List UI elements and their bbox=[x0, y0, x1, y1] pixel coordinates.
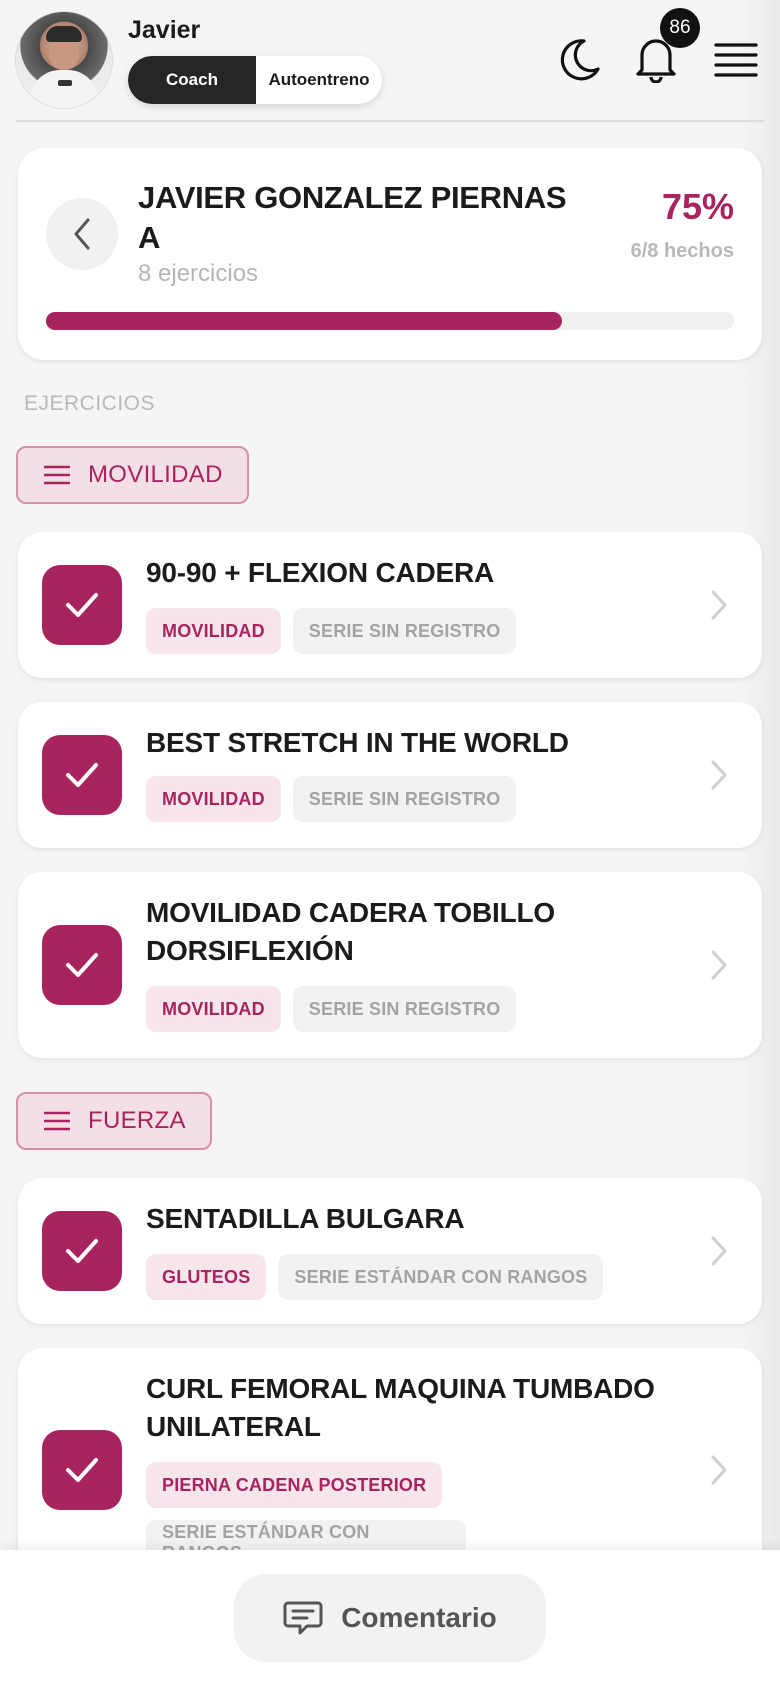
check-icon[interactable] bbox=[42, 735, 122, 815]
muscle-tag: PIERNA CADENA POSTERIOR bbox=[146, 1462, 443, 1508]
muscle-tag: MOVILIDAD bbox=[146, 986, 281, 1032]
notification-badge: 86 bbox=[660, 8, 700, 48]
exercise-title: SENTADILLA BULGARA bbox=[146, 1203, 465, 1234]
workout-summary-card: JAVIER GONZALEZ PIERNAS A 8 ejercicios 7… bbox=[18, 148, 762, 360]
progress-bar bbox=[46, 312, 734, 330]
series-type-tag: SERIE SIN REGISTRO bbox=[292, 608, 517, 654]
exercise-card[interactable]: 90-90 + FLEXION CADERA MOVILIDAD SERIE S… bbox=[18, 532, 762, 678]
chevron-left-icon bbox=[74, 218, 90, 250]
exercise-title: BEST STRETCH IN THE WORLD bbox=[146, 727, 569, 758]
exercise-card[interactable]: SENTADILLA BULGARA GLUTEOS SERIE ESTÁNDA… bbox=[18, 1178, 762, 1324]
check-icon[interactable] bbox=[42, 1211, 122, 1291]
muscle-tag: MOVILIDAD bbox=[146, 608, 281, 654]
series-type-tag: SERIE SIN REGISTRO bbox=[292, 776, 517, 822]
chevron-right-icon[interactable] bbox=[704, 945, 734, 985]
exercise-count: 8 ejercicios bbox=[138, 260, 259, 287]
bottom-bar: Comentario bbox=[0, 1550, 780, 1688]
check-icon[interactable] bbox=[42, 1430, 122, 1510]
section-label: EJERCICIOS bbox=[24, 392, 156, 415]
mode-autoentreno-button[interactable]: Autoentreno bbox=[256, 56, 382, 104]
chevron-right-icon[interactable] bbox=[704, 1231, 734, 1271]
hamburger-menu-icon[interactable] bbox=[712, 38, 760, 82]
comment-icon bbox=[283, 1601, 323, 1635]
list-icon bbox=[44, 465, 70, 485]
category-chip-fuerza[interactable]: FUERZA bbox=[16, 1092, 212, 1150]
app-header: Javier Coach Autoentreno 86 bbox=[0, 0, 780, 122]
user-name: Javier bbox=[128, 16, 201, 44]
comment-button[interactable]: Comentario bbox=[234, 1574, 546, 1662]
progress-percent: 75% bbox=[661, 186, 734, 227]
muscle-tag: MOVILIDAD bbox=[146, 776, 281, 822]
avatar[interactable] bbox=[16, 12, 112, 108]
exercise-card[interactable]: MOVILIDAD CADERA TOBILLO DORSIFLEXIÓN MO… bbox=[18, 872, 762, 1058]
check-icon[interactable] bbox=[42, 565, 122, 645]
series-type-tag: SERIE SIN REGISTRO bbox=[292, 986, 517, 1032]
back-button[interactable] bbox=[46, 198, 118, 270]
list-icon bbox=[44, 1111, 70, 1131]
muscle-tag: GLUTEOS bbox=[146, 1254, 267, 1300]
progress-bar-fill bbox=[46, 312, 562, 330]
exercise-title: 90-90 + FLEXION CADERA bbox=[146, 557, 495, 588]
category-chip-movilidad[interactable]: MOVILIDAD bbox=[16, 446, 249, 504]
series-type-tag: SERIE ESTÁNDAR CON RANGOS bbox=[278, 1254, 604, 1300]
moon-icon[interactable] bbox=[556, 34, 604, 86]
mode-coach-button[interactable]: Coach bbox=[128, 56, 256, 104]
chevron-right-icon[interactable] bbox=[704, 1450, 734, 1490]
chevron-right-icon[interactable] bbox=[704, 755, 734, 795]
exercise-title: CURL FEMORAL MAQUINA TUMBADO UNILATERAL bbox=[146, 1373, 655, 1442]
category-label: FUERZA bbox=[88, 1107, 186, 1134]
progress-done-count: 6/8 hechos bbox=[630, 240, 734, 262]
workout-title: JAVIER GONZALEZ PIERNAS A bbox=[138, 180, 567, 255]
check-icon[interactable] bbox=[42, 925, 122, 1005]
chevron-right-icon[interactable] bbox=[704, 585, 734, 625]
header-divider bbox=[16, 120, 764, 122]
exercise-card[interactable]: BEST STRETCH IN THE WORLD MOVILIDAD SERI… bbox=[18, 702, 762, 848]
comment-button-label: Comentario bbox=[341, 1602, 497, 1633]
exercise-title: MOVILIDAD CADERA TOBILLO DORSIFLEXIÓN bbox=[146, 897, 555, 966]
mode-toggle[interactable]: Coach Autoentreno bbox=[128, 56, 382, 104]
category-label: MOVILIDAD bbox=[88, 461, 223, 488]
